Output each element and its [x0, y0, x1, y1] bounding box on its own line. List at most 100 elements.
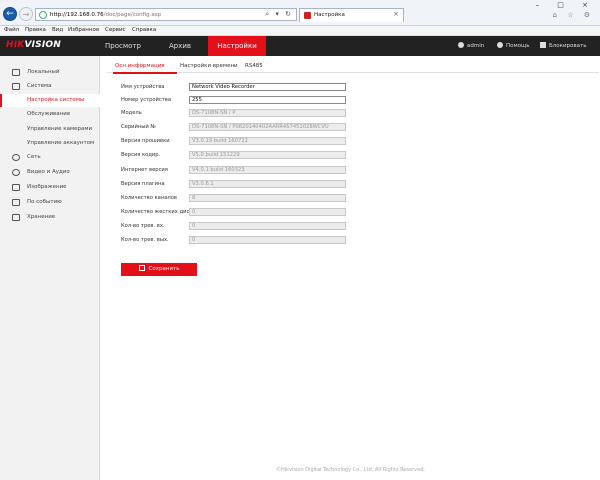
field-label: Количество жестких дис. [121, 209, 191, 215]
sidebar-sub-label: Настройка системы [27, 97, 85, 103]
menu-file[interactable]: Файл [4, 27, 19, 33]
sidebar-item-label: Локальный [27, 69, 60, 75]
copyright-footer: ©Hikvision Digital Technology Co., Ltd. … [276, 467, 425, 473]
address-path: /doc/page/config.asp [103, 12, 162, 18]
browser-toolbar: ← → http://192.168.0.76/doc/page/config.… [0, 0, 600, 26]
active-tab-indicator [113, 72, 177, 74]
field-label: Имя устройства [121, 84, 165, 90]
user-icon [458, 42, 464, 48]
sidebar-item-label: Хранение [27, 214, 56, 220]
field-label: Кол-во трев. вх. [121, 223, 165, 229]
help-icon [497, 42, 503, 48]
lock-label: Блокировать [549, 43, 587, 49]
address-bar[interactable]: http://192.168.0.76/doc/page/config.asp … [35, 8, 297, 21]
address-host: http://192.168.0.76 [50, 12, 104, 18]
tab-favicon-icon [304, 12, 311, 19]
sidebar-item-label: Изображение [27, 184, 67, 190]
field-readonly-value: 0 [189, 236, 346, 244]
settings-tabs: Осн.информация Настройки времени RS485 [107, 60, 599, 74]
content-area: Осн.информация Настройки времени RS485 И… [101, 56, 600, 480]
field-readonly-value: DS-7108N-SN / P0820140402AARR457451028WC… [189, 123, 346, 131]
field-readonly-value: DS-7108N-SN / P [189, 109, 346, 117]
field-label: Номер устройства [121, 97, 172, 103]
field-readonly-value: V3.0.6.1 [189, 180, 346, 188]
nav-live-view[interactable]: Просмотр [93, 36, 153, 56]
logo-red-part: HIK [6, 40, 25, 50]
image-icon [12, 184, 20, 191]
sidebar-item-image[interactable]: Изображение [0, 181, 100, 194]
field-readonly-value: V4.0.1 build 160323 [189, 166, 346, 174]
storage-icon [12, 214, 20, 221]
lock-link[interactable]: Блокировать [540, 42, 586, 49]
back-button[interactable]: ← [3, 7, 17, 21]
user-menu[interactable]: admin [458, 42, 484, 49]
sidebar: Локальный Система Настройка системы Обсл… [0, 56, 100, 480]
sidebar-item-local[interactable]: Локальный [0, 66, 100, 79]
help-label: Помощь [506, 43, 530, 49]
sidebar-sub-label: Управление аккаунтом [27, 140, 95, 146]
tab-title: Настройка [314, 12, 345, 18]
browser-tab[interactable]: Настройка × [299, 8, 404, 22]
field-label: Серийный № [121, 124, 156, 130]
menu-help[interactable]: Справка [132, 27, 156, 33]
sidebar-sub-label: Управление камерами [27, 126, 93, 132]
event-icon [12, 199, 20, 206]
field-label: Кол-во трев. вых. [121, 237, 169, 243]
window-controls[interactable]: – □ × [536, 1, 596, 9]
field-label: Версия прошивки [121, 138, 170, 144]
sidebar-item-label: Сеть [27, 154, 41, 160]
field-readonly-value: 0 [189, 208, 346, 216]
user-name: admin [467, 43, 485, 49]
field-label: Версия плагина [121, 181, 165, 187]
nav-playback[interactable]: Архив [155, 36, 205, 56]
lock-icon [540, 42, 546, 48]
menu-edit[interactable]: Правка [25, 27, 46, 33]
sidebar-sub-camera-management[interactable]: Управление камерами [0, 123, 100, 136]
field-readonly-value: 8 [189, 194, 346, 202]
logo-white-part: VISION [24, 40, 61, 50]
field-readonly-value: V5.0 build 151229 [189, 151, 346, 159]
field-readonly-value: V3.0.19 build 160722 [189, 137, 346, 145]
sidebar-item-system[interactable]: Система [0, 80, 100, 93]
tab-basic-info[interactable]: Осн.информация [115, 63, 165, 69]
forward-button[interactable]: → [19, 7, 33, 21]
menu-bar: Файл Правка Вид Избранное Сервис Справка [0, 26, 600, 36]
field-label: Количество каналов [121, 195, 177, 201]
sidebar-sub-system-settings[interactable]: Настройка системы [0, 94, 100, 107]
system-icon [12, 83, 20, 90]
globe-icon [12, 154, 20, 161]
monitor-icon [12, 69, 20, 76]
save-icon [138, 265, 145, 271]
field-readonly-value: 0 [189, 222, 346, 230]
tab-time-settings[interactable]: Настройки времени [180, 63, 238, 69]
field-input[interactable]: Network Video Recorder [189, 83, 346, 91]
sidebar-sub-label: Обслуживание [27, 111, 71, 117]
field-label: Интернет версия [121, 167, 168, 173]
tab-rs485[interactable]: RS485 [245, 63, 263, 69]
sidebar-item-label: Видео и Аудио [27, 169, 70, 175]
app-header: HIKVISION Просмотр Архив Настройки admin… [0, 36, 600, 56]
save-label: Сохранить [148, 266, 180, 272]
field-label: Модель [121, 110, 142, 116]
video-audio-icon [12, 169, 20, 176]
menu-tools[interactable]: Сервис [105, 27, 126, 33]
sidebar-item-storage[interactable]: Хранение [0, 211, 100, 224]
sidebar-sub-account-management[interactable]: Управление аккаунтом [0, 137, 100, 150]
site-icon [39, 11, 47, 19]
sidebar-item-label: Система [27, 83, 52, 89]
menu-view[interactable]: Вид [52, 27, 63, 33]
sidebar-item-network[interactable]: Сеть [0, 151, 100, 164]
save-button[interactable]: Сохранить [121, 263, 197, 276]
sidebar-item-event[interactable]: По событию [0, 196, 100, 209]
field-label: Версия кодир. [121, 152, 161, 158]
sidebar-sub-maintenance[interactable]: Обслуживание [0, 108, 100, 121]
menu-favorites[interactable]: Избранное [68, 27, 99, 33]
help-link[interactable]: Помощь [497, 42, 529, 49]
address-tools-icon[interactable]: ⌕ ▾ ↻ [265, 10, 293, 19]
address-text: http://192.168.0.76/doc/page/config.asp [50, 12, 161, 18]
nav-configuration[interactable]: Настройки [208, 36, 266, 56]
tab-close-icon[interactable]: × [393, 10, 399, 18]
sidebar-item-video-audio[interactable]: Видео и Аудио [0, 166, 100, 179]
browser-tools-icon[interactable]: ⌂ ☆ ⚙ [553, 11, 594, 19]
field-input[interactable]: 255 [189, 96, 346, 104]
